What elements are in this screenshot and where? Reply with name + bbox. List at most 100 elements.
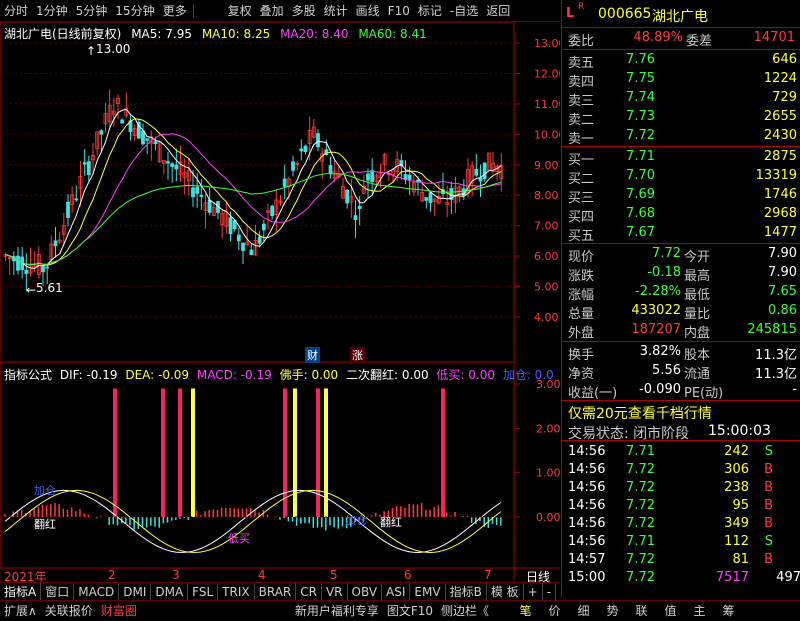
- bid-row: 买一 7.71 2875: [562, 147, 800, 168]
- tab-15[interactable]: +: [524, 582, 543, 601]
- bottom-item-13[interactable]: 筹: [714, 601, 743, 621]
- tab-7[interactable]: BRAR: [255, 582, 297, 601]
- bottom-item-8[interactable]: 细: [569, 601, 598, 621]
- toolbar-separator: [192, 3, 194, 18]
- tab-3[interactable]: DMI: [119, 582, 152, 601]
- bottom-item-9[interactable]: 势: [598, 601, 627, 621]
- candle-body: [191, 187, 195, 198]
- ask-label: 卖一: [568, 132, 595, 147]
- bottom-item-1[interactable]: 关联报价: [41, 601, 97, 621]
- candle-body: [16, 255, 20, 271]
- tab-13[interactable]: 指标B: [446, 582, 487, 601]
- bottom-item-12[interactable]: 主: [685, 601, 714, 621]
- kline-chart[interactable]: 13.00 12.00 11.00 10.00 9.00 8.00 7.00 6.00 5.00…: [0, 22, 560, 590]
- tab-10[interactable]: OBV: [348, 582, 383, 601]
- tab-1[interactable]: 窗口: [41, 582, 75, 601]
- price-tick-label: 10.00: [534, 128, 560, 141]
- tick-side: B: [764, 516, 773, 531]
- indicator-title[interactable]: 指标公式: [4, 368, 52, 382]
- candle-body: [195, 186, 200, 194]
- bottom-item-11[interactable]: 值: [656, 601, 685, 621]
- tab-14[interactable]: 模 板: [487, 582, 524, 601]
- ecfh-value: 二次翻红: 0.00: [346, 368, 429, 382]
- weicha-label: 委差: [686, 34, 713, 49]
- btn-1min[interactable]: 1分钟: [32, 0, 72, 22]
- btn-back[interactable]: 返回: [482, 0, 514, 22]
- tab-2[interactable]: MACD: [74, 582, 120, 601]
- bottom-item-6[interactable]: 笔: [511, 601, 540, 621]
- tick-time: 14:56: [568, 462, 606, 477]
- candle-body: [166, 161, 170, 164]
- bid-price: 7.67: [626, 225, 655, 240]
- annot-fanhong-1: 翻红: [34, 518, 56, 531]
- ind-tick-label: 0.00: [536, 511, 560, 524]
- tick-volume: 242: [724, 444, 749, 459]
- caibao-marker[interactable]: 财: [305, 347, 320, 363]
- bottom-item-3[interactable]: 新用户福利专享: [291, 601, 383, 621]
- btn-fenshi[interactable]: 分时: [0, 0, 32, 22]
- tick-side: B: [764, 552, 773, 567]
- btn-5min[interactable]: 5分钟: [72, 0, 112, 22]
- macd-lines: [4, 489, 502, 554]
- btn-stats[interactable]: 统计: [320, 0, 352, 22]
- tick-volume: 95: [732, 498, 749, 513]
- weibi-row: 委比 48.89% 委差 14701: [562, 28, 800, 49]
- month-4: 4: [258, 568, 266, 582]
- tab-16[interactable]: -: [543, 582, 557, 601]
- ask-row: 卖四 7.75 1224: [562, 69, 800, 90]
- tick-time: 14:56: [568, 534, 606, 549]
- bid-volume: 1477: [763, 225, 797, 240]
- ask-price: 7.74: [626, 90, 655, 105]
- btn-draw[interactable]: 画线: [352, 0, 384, 22]
- bid-price: 7.68: [626, 206, 655, 221]
- candle-body: [170, 163, 175, 167]
- bottom-item-5[interactable]: 侧边栏《: [437, 601, 493, 621]
- bottom-item-0[interactable]: 扩展∧: [0, 601, 41, 621]
- tab-9[interactable]: VR: [322, 582, 348, 601]
- bottom-item-4[interactable]: 图文F10: [383, 601, 437, 621]
- tab-11[interactable]: ASI: [382, 582, 411, 601]
- btn-watchlist[interactable]: -自选: [446, 0, 482, 22]
- btn-overlay[interactable]: 叠加: [256, 0, 288, 22]
- btn-multi[interactable]: 多股: [288, 0, 320, 22]
- tab-8[interactable]: CR: [296, 582, 322, 601]
- weibi-label: 委比: [568, 34, 595, 49]
- promo-row[interactable]: 仅需20元查看千档行情: [562, 401, 800, 423]
- bottom-item-2[interactable]: 财富圈: [97, 601, 141, 621]
- btn-fuquan[interactable]: 复权: [224, 0, 256, 22]
- tab-12[interactable]: EMV: [410, 582, 446, 601]
- tab-5[interactable]: FSL: [188, 582, 219, 601]
- tick-time: 14:56: [568, 480, 606, 495]
- tab-6[interactable]: TRIX: [218, 582, 255, 601]
- bottom-item-10[interactable]: 联: [627, 601, 656, 621]
- bottom-item-7[interactable]: 价: [540, 601, 569, 621]
- candle-body: [141, 130, 145, 145]
- candle-body: [66, 201, 70, 218]
- promo-text[interactable]: 仅需20元查看千档行情: [568, 403, 712, 423]
- btn-mark[interactable]: 标记: [414, 0, 446, 22]
- stat2-value: 5.56: [652, 363, 681, 378]
- btn-15min[interactable]: 15分钟: [111, 0, 158, 22]
- ask-price: 7.73: [626, 109, 655, 124]
- annot-dimai: 低买: [228, 532, 250, 545]
- foshou-value: 佛手: 0.00: [279, 368, 339, 382]
- tick-price: 7.72: [626, 552, 655, 567]
- dif-value: DIF: -0.19: [59, 368, 118, 382]
- high-arrow-icon: ↑: [86, 44, 97, 58]
- btn-more[interactable]: 更多: [159, 0, 191, 22]
- ask-price: 7.72: [626, 128, 655, 143]
- btn-f10[interactable]: F10: [384, 0, 414, 22]
- stat-row: 涨幅 -2.28% 最低 7.65: [562, 282, 800, 303]
- chart-header: 湖北广电(日线前复权) MA5: 7.95 MA10: 8.25 MA20: 8…: [4, 25, 427, 42]
- tab-0[interactable]: 指标A: [0, 582, 42, 601]
- candle-body: [86, 161, 91, 175]
- candle-body: [120, 119, 125, 124]
- zhang-marker[interactable]: 涨: [350, 347, 365, 363]
- tab-4[interactable]: DMA: [151, 582, 189, 601]
- ask-volume: 2430: [763, 128, 797, 143]
- ma10-value: MA10: 8.25: [201, 27, 271, 41]
- tick-row: 14:56 7.71 242 S: [562, 442, 800, 462]
- candle-body: [241, 242, 245, 251]
- low-arrow-icon: ←: [26, 283, 37, 297]
- bid-volume: 1746: [763, 187, 797, 202]
